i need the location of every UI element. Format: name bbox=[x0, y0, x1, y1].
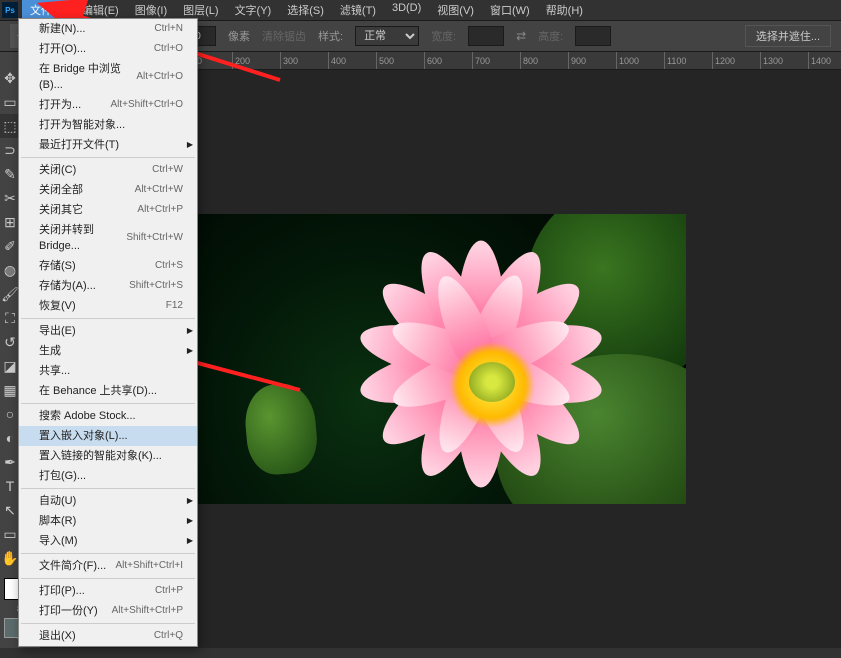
ruler-tick: 700 bbox=[472, 52, 490, 70]
ruler-tick: 1300 bbox=[760, 52, 783, 70]
height-input bbox=[575, 26, 611, 46]
menubar: Ps 文件(F)编辑(E)图像(I)图层(L)文字(Y)选择(S)滤镜(T)3D… bbox=[0, 0, 841, 20]
menu-item[interactable]: 打开为智能对象... bbox=[19, 115, 197, 135]
menubar-item[interactable]: 滤镜(T) bbox=[332, 0, 384, 20]
eyedropper-tool[interactable]: ✐ bbox=[0, 234, 20, 258]
shape-tool[interactable]: ▭ bbox=[0, 522, 20, 546]
document-canvas[interactable] bbox=[196, 214, 686, 504]
gradient-tool[interactable]: ▦ bbox=[0, 378, 20, 402]
menu-item[interactable]: 导出(E)▶ bbox=[19, 321, 197, 341]
menubar-item[interactable]: 3D(D) bbox=[384, 0, 429, 20]
lasso-tool[interactable]: ⊃ bbox=[0, 138, 20, 162]
menu-item[interactable]: 在 Bridge 中浏览(B)...Alt+Ctrl+O bbox=[19, 59, 197, 95]
menu-item[interactable]: 脚本(R)▶ bbox=[19, 511, 197, 531]
menu-item[interactable]: 置入嵌入对象(L)... bbox=[19, 426, 197, 446]
menubar-item[interactable]: 视图(V) bbox=[429, 0, 482, 20]
ruler-tick: 1400 bbox=[808, 52, 831, 70]
ruler-tick: 800 bbox=[520, 52, 538, 70]
ruler-tick: 1100 bbox=[664, 52, 686, 70]
menu-item[interactable]: 搜索 Adobe Stock... bbox=[19, 406, 197, 426]
pen-tool[interactable]: ✒ bbox=[0, 450, 20, 474]
ruler-tick: 1000 bbox=[616, 52, 639, 70]
frame-tool[interactable]: ⊞ bbox=[0, 210, 20, 234]
ruler-tick: 400 bbox=[328, 52, 346, 70]
menu-item[interactable]: 关闭其它Alt+Ctrl+P bbox=[19, 200, 197, 220]
artboard-tool[interactable]: ▭ bbox=[0, 90, 20, 114]
ruler-tick: 600 bbox=[424, 52, 442, 70]
menu-item[interactable]: 置入链接的智能对象(K)... bbox=[19, 446, 197, 466]
width-input bbox=[468, 26, 504, 46]
menu-item[interactable]: 打印一份(Y)Alt+Shift+Ctrl+P bbox=[19, 601, 197, 621]
menu-item[interactable]: 导入(M)▶ bbox=[19, 531, 197, 551]
marquee-tool[interactable]: ⬚ bbox=[0, 114, 20, 138]
menu-item[interactable]: 打开(O)...Ctrl+O bbox=[19, 39, 197, 59]
ruler-tick: 1200 bbox=[712, 52, 735, 70]
menu-item[interactable]: 存储(S)Ctrl+S bbox=[19, 256, 197, 276]
path-tool[interactable]: ↖ bbox=[0, 498, 20, 522]
type-tool[interactable]: T bbox=[0, 474, 20, 498]
crop-tool[interactable]: ✂ bbox=[0, 186, 20, 210]
menubar-item[interactable]: 编辑(E) bbox=[74, 0, 127, 20]
style-label: 样式: bbox=[318, 28, 343, 44]
antialias-label: 清除锯齿 bbox=[262, 28, 306, 44]
blur-tool[interactable]: ○ bbox=[0, 402, 20, 426]
menu-item[interactable]: 自动(U)▶ bbox=[19, 491, 197, 511]
menu-item[interactable]: 恢复(V)F12 bbox=[19, 296, 197, 316]
menu-item[interactable]: 存储为(A)...Shift+Ctrl+S bbox=[19, 276, 197, 296]
menubar-item[interactable]: 帮助(H) bbox=[538, 0, 591, 20]
menu-item[interactable]: 新建(N)...Ctrl+N bbox=[19, 19, 197, 39]
swap-wh-icon[interactable]: ⇄ bbox=[516, 29, 526, 43]
style-select[interactable]: 正常 bbox=[355, 26, 419, 46]
hand-tool[interactable]: ✋ bbox=[0, 546, 20, 570]
menubar-item[interactable]: 文件(F) bbox=[22, 0, 74, 20]
menubar-item[interactable]: 图像(I) bbox=[127, 0, 175, 20]
unit-label: 像素 bbox=[228, 28, 250, 44]
history-brush-tool[interactable]: ↺ bbox=[0, 330, 20, 354]
menubar-item[interactable]: 图层(L) bbox=[175, 0, 226, 20]
ruler-tick: 200 bbox=[232, 52, 250, 70]
menu-item[interactable]: 打包(G)... bbox=[19, 466, 197, 486]
healing-tool[interactable]: ◍ bbox=[0, 258, 20, 282]
brush-tool[interactable]: 🖌 bbox=[0, 282, 20, 306]
menubar-item[interactable]: 选择(S) bbox=[279, 0, 332, 20]
menu-item[interactable]: 共享... bbox=[19, 361, 197, 381]
height-label: 高度: bbox=[538, 28, 563, 44]
menu-item[interactable]: 关闭全部Alt+Ctrl+W bbox=[19, 180, 197, 200]
menu-item[interactable]: 最近打开文件(T)▶ bbox=[19, 135, 197, 155]
menu-item[interactable]: 关闭并转到 Bridge...Shift+Ctrl+W bbox=[19, 220, 197, 256]
move-tool[interactable]: ✥ bbox=[0, 66, 20, 90]
ruler-tick: 900 bbox=[568, 52, 586, 70]
file-menu: 新建(N)...Ctrl+N打开(O)...Ctrl+O在 Bridge 中浏览… bbox=[18, 18, 198, 647]
menu-item[interactable]: 在 Behance 上共享(D)... bbox=[19, 381, 197, 401]
stamp-tool[interactable]: ⛶ bbox=[0, 306, 20, 330]
menu-item[interactable]: 打印(P)...Ctrl+P bbox=[19, 581, 197, 601]
width-label: 宽度: bbox=[431, 28, 456, 44]
menu-item[interactable]: 退出(X)Ctrl+Q bbox=[19, 626, 197, 646]
quick-select-tool[interactable]: ✎ bbox=[0, 162, 20, 186]
ruler-tick: 500 bbox=[376, 52, 394, 70]
eraser-tool[interactable]: ◪ bbox=[0, 354, 20, 378]
menubar-item[interactable]: 文字(Y) bbox=[227, 0, 280, 20]
menu-item[interactable]: 打开为...Alt+Shift+Ctrl+O bbox=[19, 95, 197, 115]
dodge-tool[interactable]: ◐ bbox=[0, 426, 20, 450]
menubar-item[interactable]: 窗口(W) bbox=[482, 0, 538, 20]
menu-item[interactable]: 关闭(C)Ctrl+W bbox=[19, 160, 197, 180]
menu-item[interactable]: 生成▶ bbox=[19, 341, 197, 361]
menu-item[interactable]: 文件简介(F)...Alt+Shift+Ctrl+I bbox=[19, 556, 197, 576]
select-and-mask-button[interactable]: 选择并遮住... bbox=[745, 25, 831, 47]
ruler-tick: 300 bbox=[280, 52, 298, 70]
app-logo: Ps bbox=[2, 2, 18, 18]
